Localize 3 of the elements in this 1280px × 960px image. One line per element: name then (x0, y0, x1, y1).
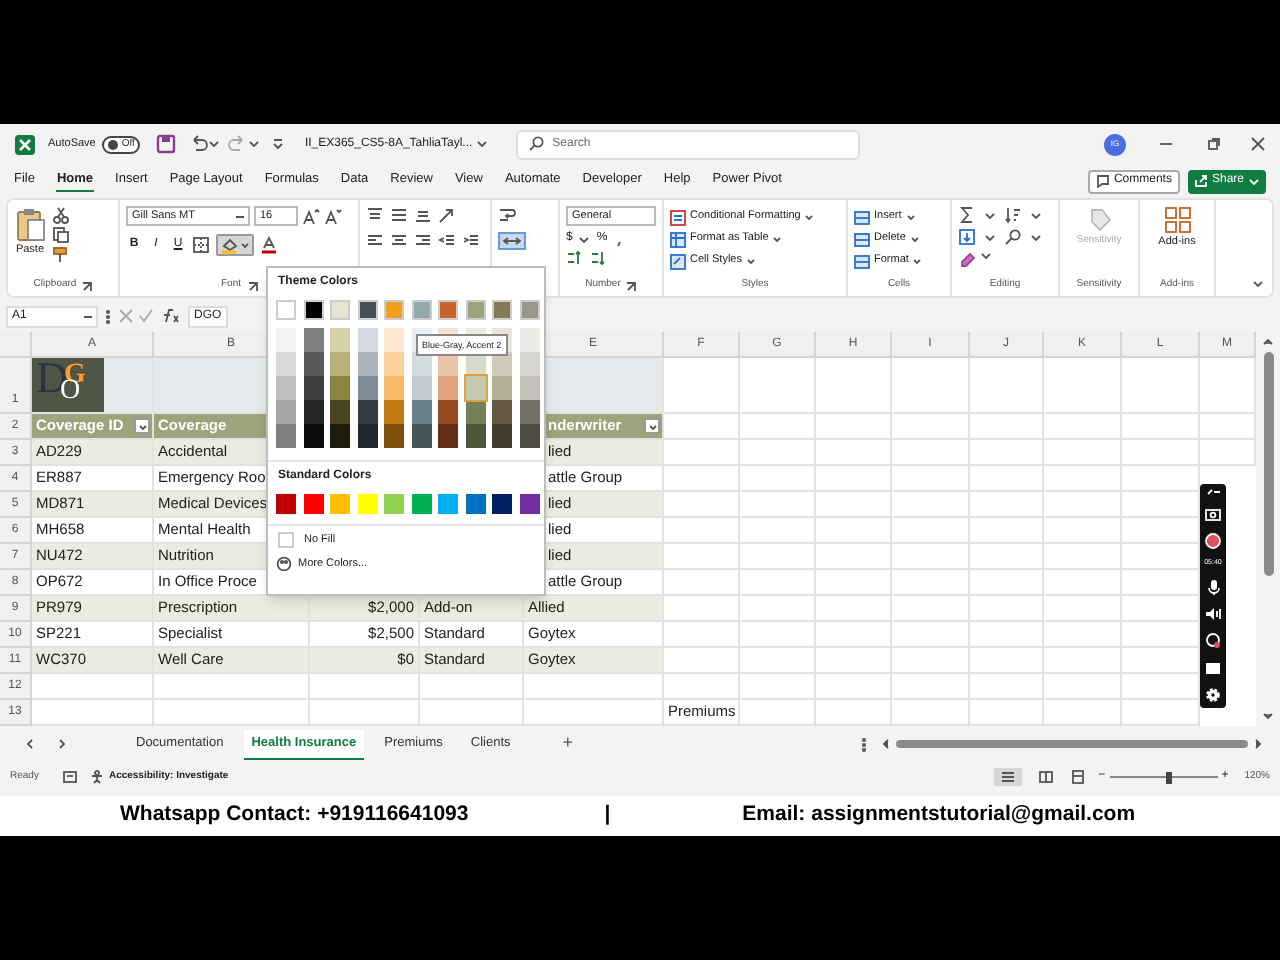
contact-text: Whatsapp Contact: +919116641093 (120, 800, 469, 831)
separator-text: | (604, 800, 611, 831)
email-text: Email: assignmentstutorial@gmail.com (742, 800, 1136, 831)
